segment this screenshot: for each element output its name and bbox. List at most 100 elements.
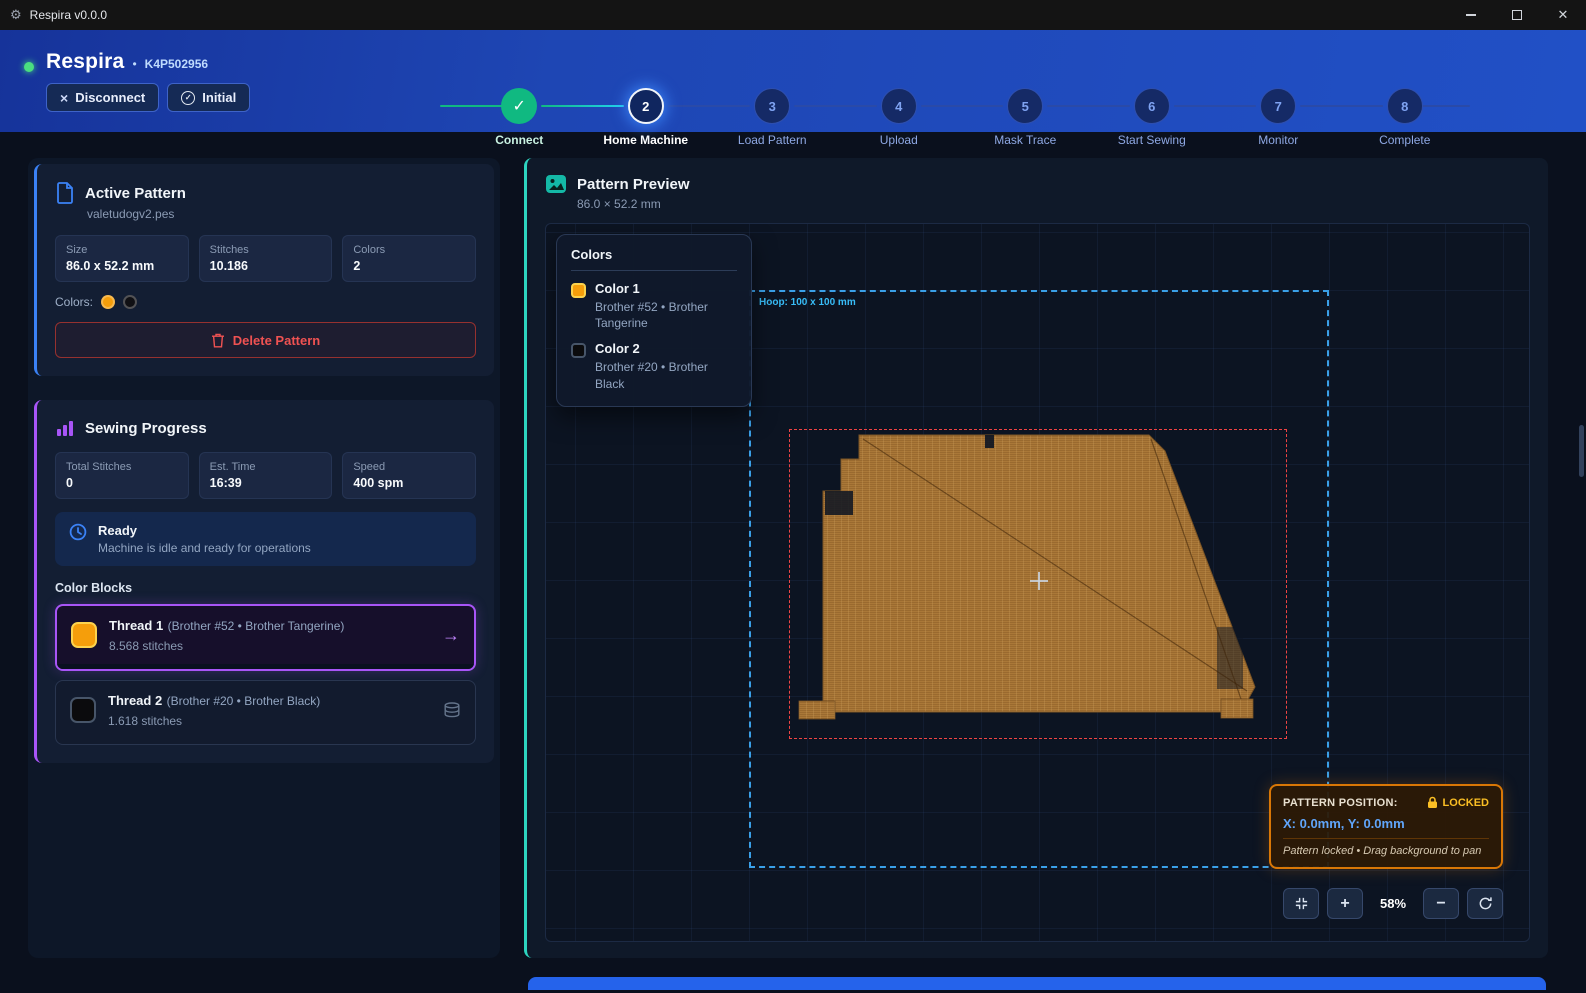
check-circle-icon: ✓ <box>181 91 195 105</box>
pattern-lock-hint: Pattern locked • Drag background to pan <box>1283 838 1489 857</box>
maximize-button[interactable] <box>1494 0 1540 30</box>
colors-legend: Colors Color 1 Brother #52 • Brother Tan… <box>556 234 752 407</box>
preview-canvas[interactable]: Colors Color 1 Brother #52 • Brother Tan… <box>545 223 1530 942</box>
stat-size: Size 86.0 x 52.2 mm <box>55 235 189 282</box>
step-number: 4 <box>881 88 917 124</box>
fit-view-icon <box>1294 896 1309 911</box>
legend-swatch-2 <box>571 343 586 358</box>
app-icon: ⚙ <box>10 7 22 23</box>
minus-icon: − <box>1436 895 1445 913</box>
step-number: 7 <box>1260 88 1296 124</box>
step-label: Start Sewing <box>1118 133 1186 147</box>
minimize-icon <box>1466 14 1476 16</box>
legend-item-color2: Color 2 Brother #20 • Brother Black <box>571 341 737 391</box>
file-icon <box>55 182 75 204</box>
thread-block-2[interactable]: Thread 2 (Brother #20 • Brother Black) 1… <box>55 680 476 745</box>
zoom-in-button[interactable]: + <box>1327 888 1363 919</box>
maximize-icon <box>1512 10 1522 20</box>
pattern-preview-title: Pattern Preview <box>577 176 690 193</box>
step-number: 3 <box>754 88 790 124</box>
stat-est-time: Est. Time 16:39 <box>199 452 333 499</box>
stat-speed: Speed 400 spm <box>342 452 476 499</box>
layers-stack-icon <box>443 702 461 718</box>
step-label: Load Pattern <box>738 133 807 147</box>
minimize-button[interactable] <box>1448 0 1494 30</box>
close-icon: ✕ <box>1558 7 1569 23</box>
zoom-controls: + 58% − <box>1283 888 1503 919</box>
stat-colors: Colors 2 <box>342 235 476 282</box>
step-start-sewing[interactable]: 6 Start Sewing <box>1089 88 1216 147</box>
machine-status-banner: Ready Machine is idle and ready for oper… <box>55 512 476 566</box>
color-blocks-label: Color Blocks <box>55 581 476 595</box>
fit-view-button[interactable] <box>1283 888 1319 919</box>
disconnect-x-icon: × <box>60 91 68 105</box>
thread1-name: Thread 1 <box>109 618 163 633</box>
step-home-machine[interactable]: 2 Home Machine <box>583 88 710 147</box>
status-description: Machine is idle and ready for operations <box>98 541 311 555</box>
titlebar: ⚙ Respira v0.0.0 ✕ <box>0 0 1586 30</box>
thread2-detail: (Brother #20 • Brother Black) <box>167 694 321 708</box>
zoom-level: 58% <box>1371 896 1415 911</box>
zoom-out-button[interactable]: − <box>1423 888 1459 919</box>
step-complete[interactable]: 8 Complete <box>1342 88 1469 147</box>
clock-icon <box>69 523 87 541</box>
step-mask-trace[interactable]: 5 Mask Trace <box>962 88 1089 147</box>
step-number: 2 <box>628 88 664 124</box>
left-panel: Active Pattern valetudogv2.pes Size 86.0… <box>28 158 500 958</box>
bottom-accent-bar <box>528 977 1546 990</box>
step-label: Mask Trace <box>994 133 1056 147</box>
step-monitor[interactable]: 7 Monitor <box>1215 88 1342 147</box>
hoop-label: Hoop: 100 x 100 mm <box>759 297 856 308</box>
close-button[interactable]: ✕ <box>1540 0 1586 30</box>
window-title: Respira v0.0.0 <box>30 8 107 22</box>
step-label: Complete <box>1379 133 1430 147</box>
thread1-stitches: 8.568 stitches <box>109 639 430 653</box>
main-content: Active Pattern valetudogv2.pes Size 86.0… <box>0 132 1586 993</box>
step-number: 8 <box>1387 88 1423 124</box>
plus-icon: + <box>1340 895 1349 913</box>
delete-pattern-button[interactable]: Delete Pattern <box>55 322 476 358</box>
step-label: Connect <box>495 133 543 147</box>
trash-icon <box>211 333 225 348</box>
arrow-right-icon: → <box>442 625 460 646</box>
thread1-swatch <box>71 622 97 648</box>
app-name: Respira <box>46 50 124 74</box>
step-label: Home Machine <box>603 133 688 147</box>
step-load-pattern[interactable]: 3 Load Pattern <box>709 88 836 147</box>
thread2-name: Thread 2 <box>108 693 162 708</box>
thread2-swatch <box>70 697 96 723</box>
step-number: 5 <box>1007 88 1043 124</box>
step-check-icon: ✓ <box>501 88 537 124</box>
pattern-coordinates: X: 0.0mm, Y: 0.0mm <box>1283 816 1489 831</box>
legend-item-color1: Color 1 Brother #52 • Brother Tangerine <box>571 281 737 331</box>
window-controls: ✕ <box>1448 0 1586 30</box>
scrollbar-thumb[interactable] <box>1579 425 1584 477</box>
status-title: Ready <box>98 523 311 538</box>
delete-pattern-label: Delete Pattern <box>233 333 320 348</box>
step-upload[interactable]: 4 Upload <box>836 88 963 147</box>
pattern-filename: valetudogv2.pes <box>87 207 476 221</box>
disconnect-button[interactable]: × Disconnect <box>46 83 159 112</box>
thread2-stitches: 1.618 stitches <box>108 714 431 728</box>
workflow-stepper: ✓ Connect 2 Home Machine 3 Load Pattern … <box>440 88 1470 147</box>
stat-stitches: Stitches 10.186 <box>199 235 333 282</box>
disconnect-label: Disconnect <box>75 90 145 105</box>
connection-status-dot <box>24 62 34 72</box>
thread1-detail: (Brother #52 • Brother Tangerine) <box>168 619 345 633</box>
lock-icon <box>1427 796 1438 809</box>
bar-chart-icon <box>55 418 75 438</box>
right-panel: Pattern Preview 86.0 × 52.2 mm Colors Co… <box>524 158 1548 958</box>
colors-label: Colors: <box>55 295 93 309</box>
reset-view-button[interactable] <box>1467 888 1503 919</box>
step-connect[interactable]: ✓ Connect <box>456 88 583 147</box>
active-pattern-card: Active Pattern valetudogv2.pes Size 86.0… <box>34 164 494 376</box>
canvas-center-crosshair <box>1030 572 1048 590</box>
active-pattern-title: Active Pattern <box>85 185 186 202</box>
machine-serial: K4P502956 <box>145 57 208 71</box>
thread-block-1[interactable]: Thread 1 (Brother #52 • Brother Tangerin… <box>55 604 476 671</box>
legend-divider <box>571 270 737 271</box>
refresh-icon <box>1478 896 1493 911</box>
initial-button[interactable]: ✓ Initial <box>167 83 250 112</box>
bullet-separator: • <box>132 57 136 71</box>
sewing-progress-title: Sewing Progress <box>85 420 207 437</box>
